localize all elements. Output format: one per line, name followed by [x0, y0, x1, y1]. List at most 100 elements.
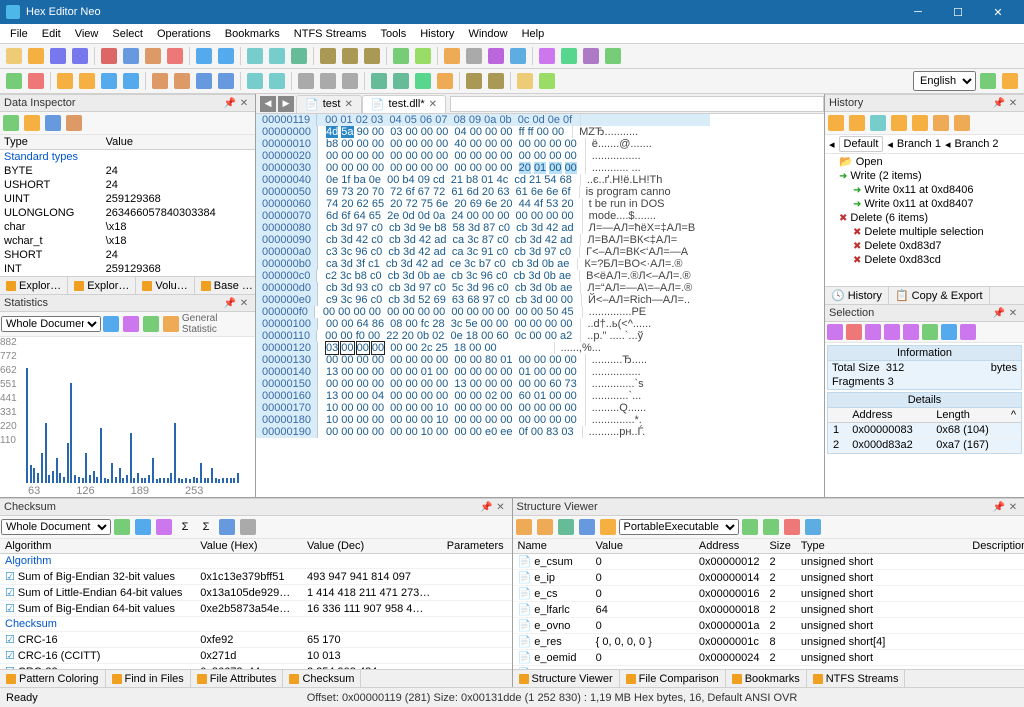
- stat-ic1[interactable]: [102, 314, 121, 334]
- t2-9-icon[interactable]: [194, 71, 214, 91]
- bookmark-icon[interactable]: [318, 46, 338, 66]
- checksum-row[interactable]: Sum of Little-Endian 64-bit values0x13a1…: [0, 585, 512, 601]
- st-ic2[interactable]: [535, 517, 555, 537]
- sel-ic4[interactable]: [883, 323, 901, 341]
- structure-row[interactable]: 📄 e_ovno00x0000001a2unsigned short: [513, 618, 1024, 634]
- di-pencil-icon[interactable]: [22, 113, 42, 133]
- menu-history[interactable]: History: [414, 26, 460, 42]
- tab-close-icon[interactable]: ✕: [344, 99, 352, 110]
- zoom-in-icon[interactable]: [296, 71, 316, 91]
- di-tab-0[interactable]: Explor…: [0, 277, 68, 294]
- di-row[interactable]: wchar_t\x18: [0, 234, 255, 248]
- structure-row[interactable]: 📄 e_oemid00x000000242unsigned short: [513, 650, 1024, 666]
- di-paste-icon[interactable]: [64, 113, 84, 133]
- menu-tools[interactable]: Tools: [375, 26, 413, 42]
- cut-icon[interactable]: [99, 46, 119, 66]
- copy-export-tab[interactable]: 📋 Copy & Export: [889, 287, 990, 304]
- t2-18-icon[interactable]: [435, 71, 455, 91]
- ck-sigma2-icon[interactable]: Σ: [196, 517, 216, 537]
- st-ic4[interactable]: [577, 517, 597, 537]
- structure-row[interactable]: 📄 e_lfarlc640x000000182unsigned short: [513, 602, 1024, 618]
- menu-bookmarks[interactable]: Bookmarks: [219, 26, 286, 42]
- st-ic3[interactable]: [556, 517, 576, 537]
- hist-branch-0[interactable]: Default: [839, 136, 884, 152]
- t2-16-icon[interactable]: [391, 71, 411, 91]
- menu-window[interactable]: Window: [462, 26, 513, 42]
- t2-7-icon[interactable]: [150, 71, 170, 91]
- zoom-out-icon[interactable]: [318, 71, 338, 91]
- bookmark3-icon[interactable]: [362, 46, 382, 66]
- unlock-icon[interactable]: [486, 71, 506, 91]
- t2-3-icon[interactable]: [55, 71, 75, 91]
- hex-nav-prev-icon[interactable]: ◀: [260, 96, 276, 112]
- hist-ic7[interactable]: [952, 113, 972, 133]
- close-panel-icon[interactable]: ✕: [1006, 500, 1020, 514]
- t2-10-icon[interactable]: [216, 71, 236, 91]
- close-button[interactable]: ✕: [978, 0, 1018, 24]
- bookmark2-icon[interactable]: [340, 46, 360, 66]
- menu-operations[interactable]: Operations: [151, 26, 217, 42]
- pin-icon[interactable]: 📌: [480, 500, 494, 514]
- refresh-icon[interactable]: [603, 46, 623, 66]
- history-node[interactable]: ✖ Delete (6 items): [825, 211, 1024, 225]
- st-tab-2[interactable]: Bookmarks: [726, 670, 807, 687]
- t2-5-icon[interactable]: [99, 71, 119, 91]
- pin-icon[interactable]: 📌: [992, 306, 1006, 320]
- compare-icon[interactable]: [537, 46, 557, 66]
- checksum-row[interactable]: Sum of Big-Endian 32-bit values0x1c13e37…: [0, 569, 512, 585]
- di-row[interactable]: char\x18: [0, 220, 255, 234]
- di-row[interactable]: SHORT24: [0, 248, 255, 262]
- di-group-standard[interactable]: Standard types: [0, 150, 255, 165]
- hex-address-input[interactable]: [450, 96, 824, 112]
- pin-icon[interactable]: 📌: [223, 296, 237, 310]
- menu-help[interactable]: Help: [516, 26, 551, 42]
- sel-ic3[interactable]: [864, 323, 882, 341]
- checksum-row[interactable]: Sum of Big-Endian 64-bit values0xe2b5873…: [0, 601, 512, 617]
- new-icon[interactable]: [4, 46, 24, 66]
- find-icon[interactable]: [245, 46, 265, 66]
- mem-icon[interactable]: [508, 46, 528, 66]
- close-panel-icon[interactable]: ✕: [1006, 306, 1020, 320]
- ck-ic4[interactable]: [217, 517, 237, 537]
- st-ic8[interactable]: [782, 517, 802, 537]
- t2-6-icon[interactable]: [121, 71, 141, 91]
- delete-icon[interactable]: [165, 46, 185, 66]
- t2-2-icon[interactable]: [26, 71, 46, 91]
- menu-file[interactable]: File: [4, 26, 34, 42]
- ck-ic1[interactable]: [112, 517, 132, 537]
- volume-icon[interactable]: [464, 46, 484, 66]
- bits-icon[interactable]: [515, 71, 535, 91]
- sel-ic8[interactable]: [959, 323, 977, 341]
- copy-icon[interactable]: [121, 46, 141, 66]
- di-row[interactable]: BYTE24: [0, 164, 255, 178]
- close-panel-icon[interactable]: ✕: [1006, 96, 1020, 110]
- marker-icon[interactable]: [537, 71, 557, 91]
- stat-ic2[interactable]: [122, 314, 141, 334]
- save-icon[interactable]: [48, 46, 68, 66]
- goto-icon[interactable]: [289, 46, 309, 66]
- hist-ic2[interactable]: [847, 113, 867, 133]
- paste-icon[interactable]: [143, 46, 163, 66]
- lang-icon2[interactable]: [1000, 71, 1020, 91]
- sel-ic6[interactable]: [921, 323, 939, 341]
- stat-ic4[interactable]: [161, 314, 180, 334]
- history-node[interactable]: ➜ Write 0x11 at 0xd8407: [825, 197, 1024, 211]
- pin-icon[interactable]: 📌: [223, 96, 237, 110]
- di-row[interactable]: UINT259129368: [0, 192, 255, 206]
- ck-tab-3[interactable]: Checksum: [283, 670, 361, 687]
- ck-tab-0[interactable]: Pattern Coloring: [0, 670, 106, 687]
- hex-tab-1[interactable]: 📄 test.dll* ✕: [362, 95, 446, 113]
- di-row[interactable]: INT259129368: [0, 262, 255, 276]
- history-tree[interactable]: 📂 Open➜ Write (2 items)➜ Write 0x11 at 0…: [825, 154, 1024, 286]
- di-row[interactable]: ULONGLONG263466057840303384: [0, 206, 255, 220]
- history-node[interactable]: ➜ Write (2 items): [825, 169, 1024, 183]
- checksum-row[interactable]: CRC-16 (CCITT)0x271d10 013: [0, 648, 512, 664]
- zoom-fit-icon[interactable]: [340, 71, 360, 91]
- selection-row[interactable]: 10x000000830x68 (104): [828, 423, 1021, 438]
- di-row[interactable]: USHORT24: [0, 178, 255, 192]
- history-node[interactable]: ➜ Write 0x11 at 0xd8406: [825, 183, 1024, 197]
- sel-ic5[interactable]: [902, 323, 920, 341]
- checksum-row[interactable]: CRC-160xfe9265 170: [0, 632, 512, 648]
- stat-ic3[interactable]: [141, 314, 160, 334]
- pin-icon[interactable]: 📌: [992, 96, 1006, 110]
